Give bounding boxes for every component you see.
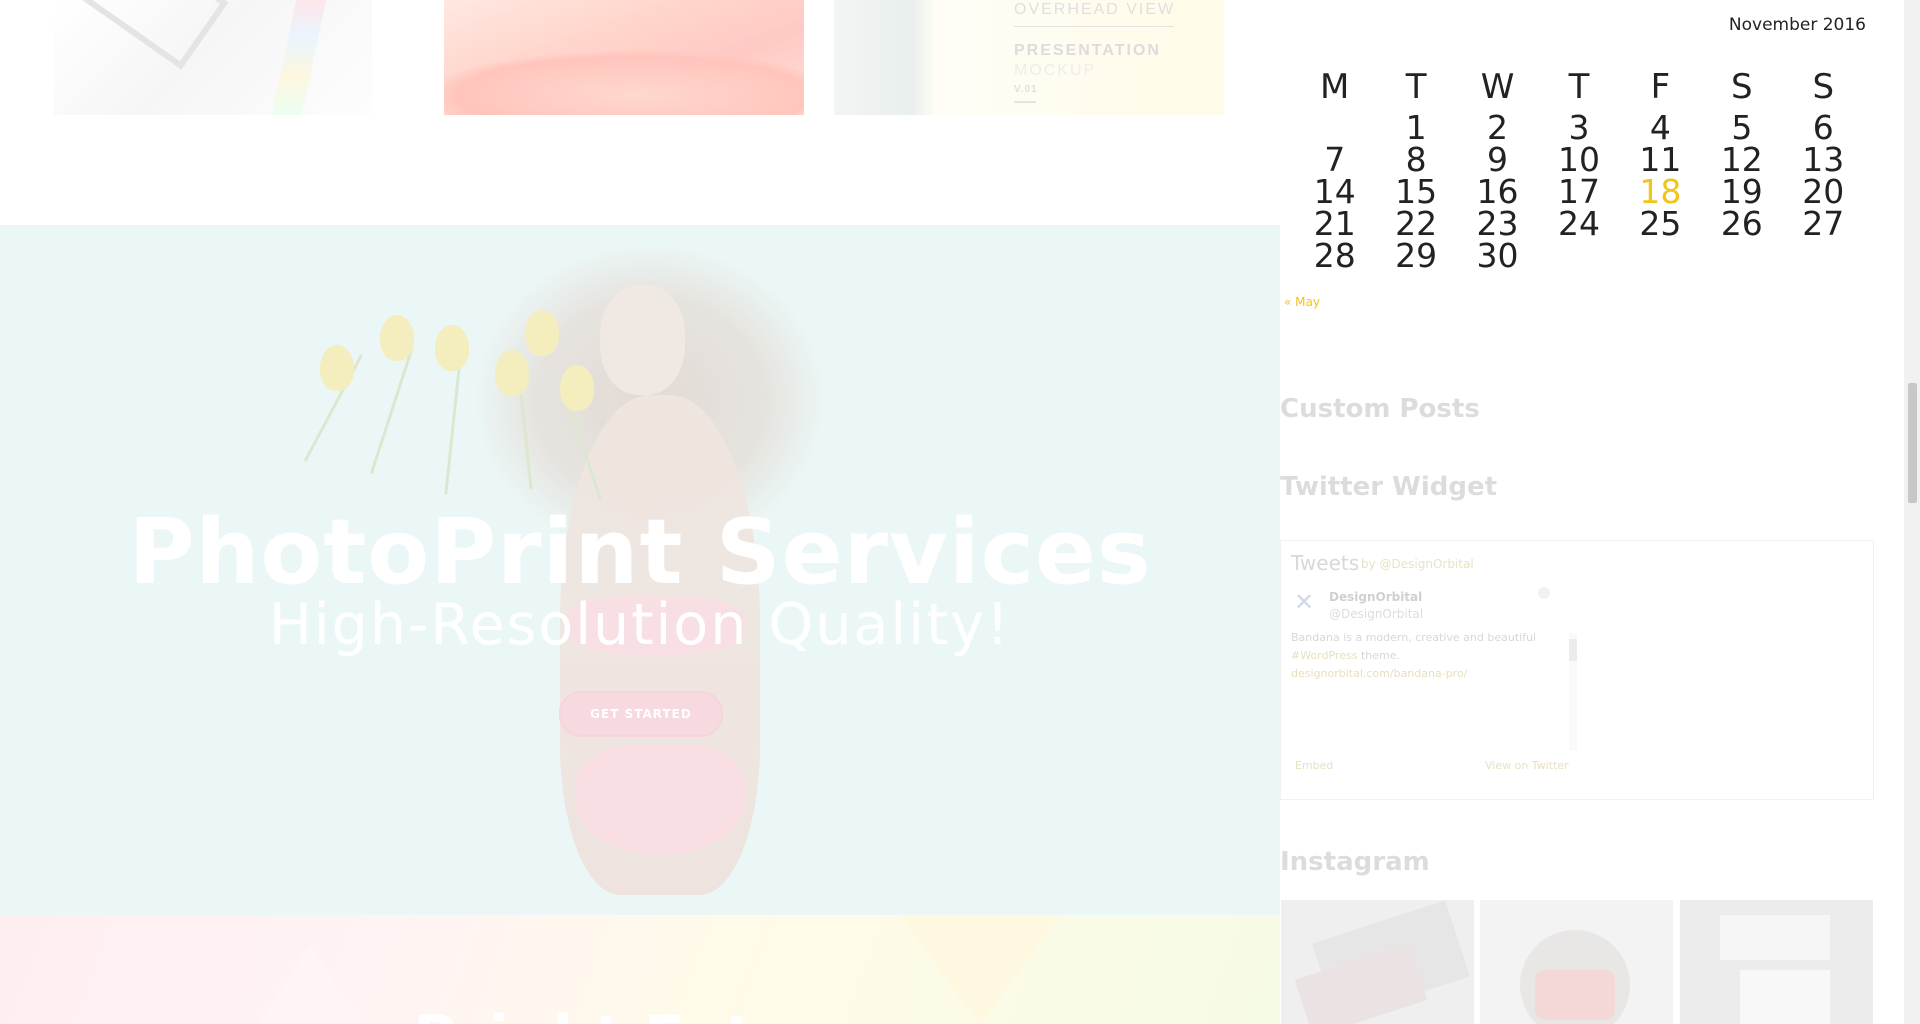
tweet-hashtag-link[interactable]: #WordPress [1291, 649, 1357, 662]
hero-subtitle: High-Resolution Quality! [268, 592, 1012, 658]
next-section-title: Bright Future [0, 1003, 1280, 1024]
custom-posts-heading: Custom Posts [1280, 394, 1480, 424]
calendar-week-row: 28 29 30 [1294, 236, 1864, 275]
calendar-weekday-header: T [1568, 67, 1590, 107]
thumbnail-presentation-label: PRESENTATION [1014, 42, 1161, 59]
designorbital-logo-icon: ✕ [1293, 588, 1315, 616]
calendar-weekday-header: S [1812, 67, 1835, 107]
tweet-text-line: Bandana is a modern, creative and beauti… [1291, 631, 1537, 644]
calendar-day: 27 [1802, 204, 1845, 243]
portfolio-thumbnail-1[interactable] [54, 0, 372, 115]
twitter-bird-icon [1538, 587, 1550, 599]
instagram-heading: Instagram [1280, 847, 1430, 877]
portfolio-thumbnail-2[interactable] [444, 0, 804, 115]
tweet-text: Bandana is a modern, creative and beauti… [1291, 629, 1551, 683]
page-scrollbar-thumb[interactable] [1908, 383, 1917, 503]
instagram-photo-graphic [1535, 970, 1615, 1020]
calendar-empty-cell [1538, 240, 1619, 272]
tweet-author-name[interactable]: DesignOrbital [1329, 590, 1422, 604]
calendar-weekday-header: W [1480, 67, 1515, 107]
tweet-text-tail: theme. [1357, 649, 1400, 662]
get-started-button[interactable]: GET STARTED [559, 691, 723, 737]
twitter-widget-heading: Twitter Widget [1280, 472, 1498, 502]
calendar-caption: November 2016 [1728, 15, 1866, 35]
calendar-day: 30 [1476, 236, 1519, 275]
instagram-photo-2[interactable] [1480, 900, 1673, 1024]
view-on-twitter-link[interactable]: View on Twitter [1485, 759, 1569, 772]
next-section-banner: Bright Future [0, 915, 1280, 1024]
tweet-url-link[interactable]: designorbital.com/bandana-pro/ [1291, 667, 1467, 680]
calendar-week-row: 21 22 23 24 25 26 27 [1294, 204, 1864, 243]
calendar-prev-month-link[interactable]: « May [1284, 295, 1320, 309]
calendar-widget: M T W T F S S 1 2 3 4 5 6 7 8 9 10 11 12 13 14 15 16 17 18 19 20 2… [1294, 62, 1864, 272]
calendar-days: 1 2 3 4 5 6 7 8 9 10 11 12 13 14 15 16 17 18 19 20 21 22 23 24 2… [1294, 111, 1864, 275]
thumbnail-version-label: V.01 [1014, 84, 1038, 95]
hero-photo-bottom [575, 745, 745, 855]
portfolio-thumbnail-3[interactable]: OVERHEAD VIEW PRESENTATION MOCKUP V.01 [834, 0, 1224, 115]
calendar-day: 25 [1639, 204, 1682, 243]
calendar-empty-cell [1701, 240, 1782, 272]
thumbnail-frame-graphic [81, 0, 229, 70]
instagram-photo-graphic [1720, 915, 1830, 960]
page-scrollbar[interactable] [1904, 0, 1920, 1024]
thumbnail-mockup-label: MOCKUP [1014, 62, 1097, 79]
embed-link[interactable]: Embed [1295, 759, 1333, 772]
main-content: OVERHEAD VIEW PRESENTATION MOCKUP V.01 P… [0, 0, 1280, 1024]
twitter-timeline[interactable]: Tweets by @DesignOrbital ✕ DesignOrbital… [1280, 540, 1874, 800]
calendar-weekday-row: MTWTFSS [1294, 62, 1864, 112]
hero-section: PhotoPrint Services High-Resolution Qual… [0, 225, 1280, 915]
tweets-by-link[interactable]: by @DesignOrbital [1361, 557, 1474, 571]
calendar-empty-cell [1620, 240, 1701, 272]
tweets-title: Tweets [1291, 551, 1360, 575]
calendar-day: 28 [1313, 236, 1356, 275]
thumbnail-overhead-label: OVERHEAD VIEW [1014, 1, 1176, 18]
thumbnail-underline [1014, 101, 1036, 103]
tweet-author-handle[interactable]: @DesignOrbital [1329, 607, 1423, 621]
calendar-day: 26 [1720, 204, 1763, 243]
tweet-item: ✕ DesignOrbital @DesignOrbital Bandana i… [1281, 585, 1581, 751]
calendar-weekday-header: M [1320, 67, 1350, 107]
thumbnail-stripe-graphic [271, 0, 327, 115]
calendar-weekday-header: S [1731, 67, 1753, 107]
calendar-weekday-header: T [1405, 67, 1427, 107]
thumbnail-wave-graphic [444, 50, 804, 115]
tweet-scrollbar[interactable] [1569, 633, 1577, 751]
tweet-scrollbar-thumb[interactable] [1569, 639, 1577, 661]
hero-title: PhotoPrint Services [128, 500, 1152, 605]
calendar-day: 29 [1395, 236, 1438, 275]
instagram-photo-1[interactable] [1281, 900, 1474, 1024]
calendar-weekday-header: F [1650, 67, 1671, 107]
calendar-day: 24 [1557, 204, 1600, 243]
instagram-photo-graphic [1740, 970, 1830, 1024]
instagram-photo-3[interactable] [1680, 900, 1873, 1024]
calendar-empty-cell [1783, 240, 1864, 272]
thumbnail-divider [1014, 26, 1174, 27]
